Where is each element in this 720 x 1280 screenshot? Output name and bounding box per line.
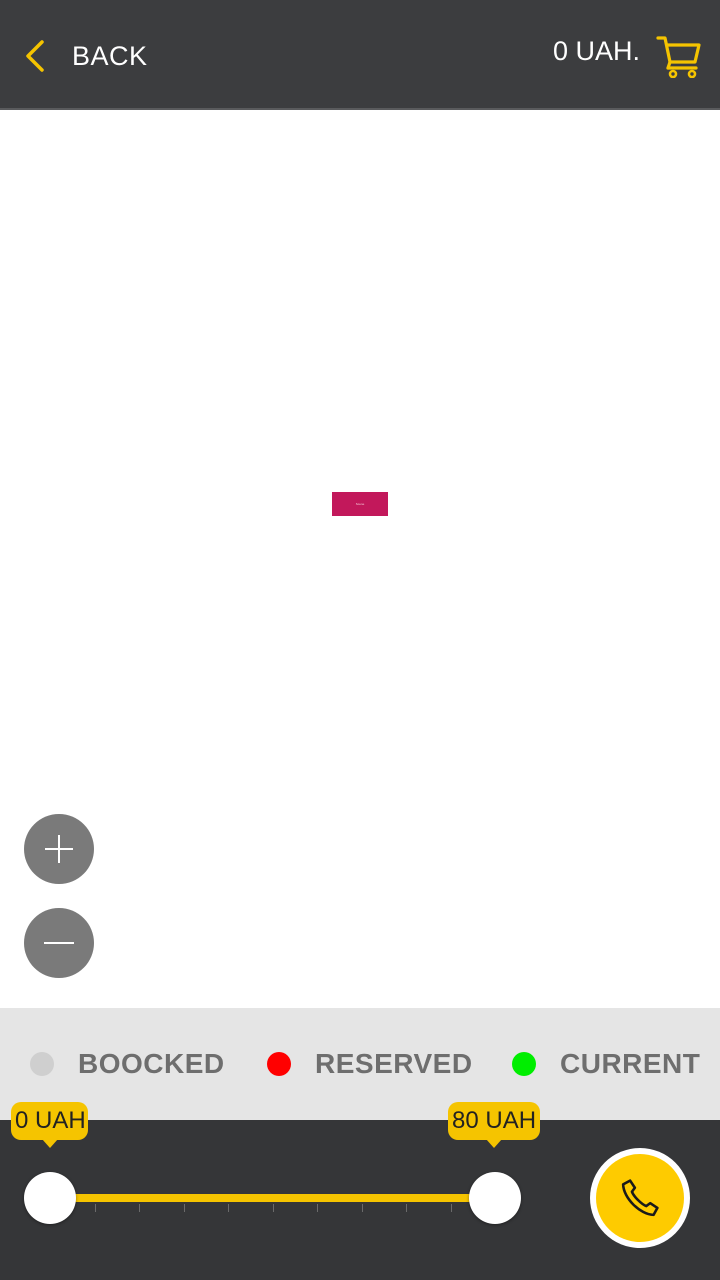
zoom-in-button[interactable]	[24, 814, 94, 884]
minus-icon	[44, 942, 74, 944]
min-price-handle[interactable]	[24, 1172, 76, 1224]
slider-tick	[95, 1204, 96, 1212]
chevron-left-icon	[26, 40, 44, 72]
min-price-bubble: 0 UAH	[11, 1102, 88, 1148]
slider-tick	[273, 1204, 274, 1212]
max-price-bubble: 80 UAH	[448, 1102, 540, 1148]
max-price-handle[interactable]	[469, 1172, 521, 1224]
slider-tick	[184, 1204, 185, 1212]
boocked-dot	[30, 1052, 54, 1076]
legend-item-boocked: BOOCKED	[30, 1046, 225, 1082]
phone-icon	[621, 1179, 659, 1217]
legend-label: RESERVED	[315, 1048, 473, 1079]
slider-tick	[139, 1204, 140, 1212]
plus-icon	[45, 835, 73, 863]
reserved-dot	[267, 1052, 291, 1076]
back-label: BACK	[72, 40, 148, 71]
cart-icon[interactable]	[656, 34, 702, 78]
legend-item-current: CURRENT	[512, 1046, 700, 1082]
back-button[interactable]: BACK	[22, 30, 148, 82]
seat-map[interactable]: Scene	[0, 110, 720, 1008]
seat-legend: BOOCKED RESERVED CURRENT	[0, 1008, 720, 1120]
slider-tick	[228, 1204, 229, 1212]
slider-tick	[406, 1204, 407, 1212]
zoom-out-button[interactable]	[24, 908, 94, 978]
call-button-fill	[596, 1154, 684, 1242]
slider-tick	[317, 1204, 318, 1212]
stage: Scene	[332, 492, 388, 516]
cart-total: 0 UAH.	[552, 36, 640, 66]
bottom-bar: 0 UAH 80 UAH	[0, 1102, 720, 1280]
current-dot	[512, 1052, 536, 1076]
stage-label: Scene	[355, 502, 365, 506]
legend-label: BOOCKED	[78, 1048, 225, 1079]
call-button[interactable]	[590, 1148, 690, 1248]
legend-label: CURRENT	[560, 1048, 701, 1079]
price-range-track[interactable]	[50, 1194, 495, 1202]
slider-tick	[362, 1204, 363, 1212]
top-bar: BACK 0 UAH.	[0, 0, 720, 110]
legend-item-reserved: RESERVED	[267, 1046, 473, 1082]
slider-tick	[451, 1204, 452, 1212]
